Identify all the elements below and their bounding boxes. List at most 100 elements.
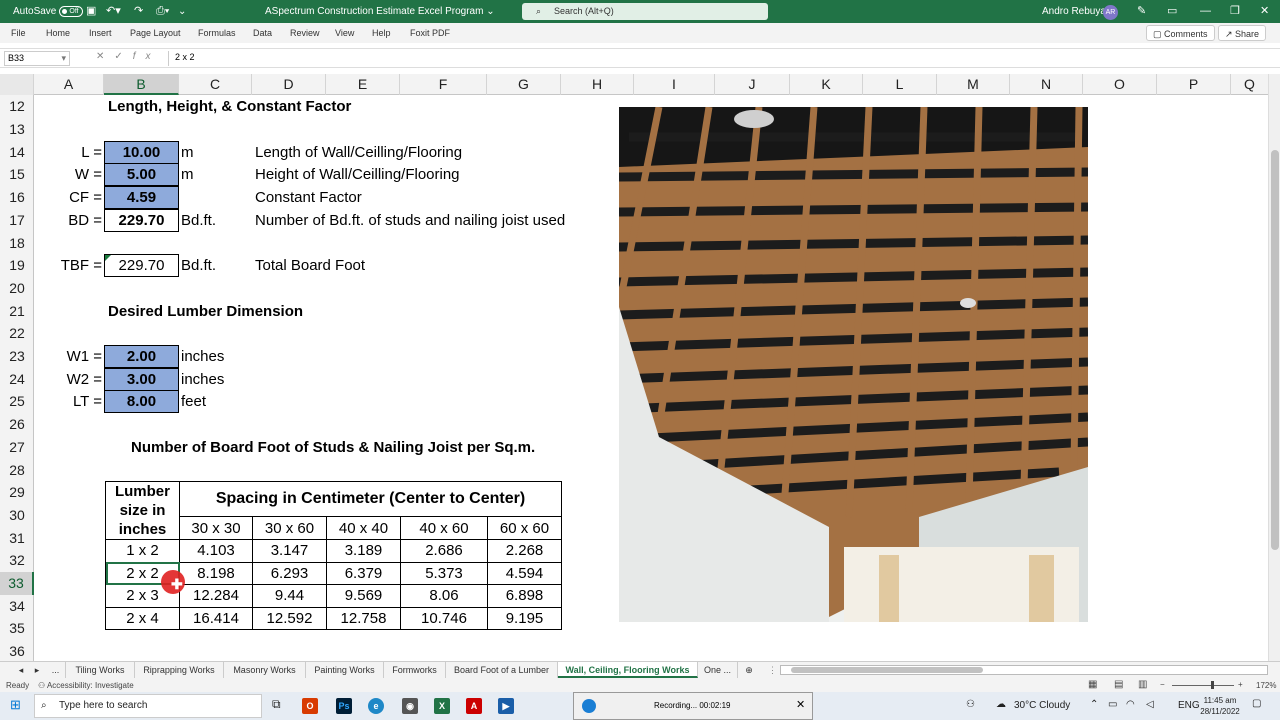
col-header-l[interactable]: L: [863, 74, 937, 95]
volume-icon[interactable]: ◁: [1146, 699, 1154, 710]
accessibility-status[interactable]: ⚇ Accessibility: Investigate: [38, 681, 134, 690]
row-header[interactable]: 35: [0, 617, 34, 640]
horizontal-scrollbar[interactable]: [780, 665, 1268, 675]
pen-icon[interactable]: ✎: [1137, 0, 1146, 23]
document-title[interactable]: ASpectrum Construction Estimate Excel Pr…: [265, 0, 495, 23]
col-header-e[interactable]: E: [326, 74, 400, 95]
value-cell[interactable]: 3.147: [252, 539, 327, 563]
row-header[interactable]: 31: [0, 527, 34, 550]
output-board-feet[interactable]: 229.70: [104, 209, 179, 232]
menu-file[interactable]: File: [11, 23, 26, 43]
value-cell[interactable]: 12.592: [252, 606, 327, 631]
vertical-scrollbar[interactable]: [1268, 74, 1280, 661]
clock[interactable]: 11:45 am 28/11/2022: [1200, 695, 1240, 717]
formula-input[interactable]: 2 x 2: [168, 51, 1280, 66]
next-sheet-icon[interactable]: ▸: [30, 662, 44, 678]
menu-help[interactable]: Help: [372, 23, 391, 43]
value-cell[interactable]: 9.569: [326, 584, 401, 608]
row-header[interactable]: 28: [0, 459, 34, 482]
zoom-out-icon[interactable]: −: [1160, 680, 1165, 689]
value-cell[interactable]: 2.268: [487, 539, 562, 563]
windows-start-icon[interactable]: ⊞: [10, 697, 21, 713]
normal-view-icon[interactable]: ▦: [1088, 679, 1097, 690]
ceiling-photo[interactable]: [619, 107, 1088, 622]
zoom-in-icon[interactable]: +: [1238, 680, 1243, 689]
menu-home[interactable]: Home: [46, 23, 70, 43]
row-header[interactable]: 33: [0, 572, 34, 595]
network-icon[interactable]: ▭: [1108, 699, 1117, 710]
value-cell[interactable]: 2.686: [400, 539, 488, 563]
col-header-c[interactable]: C: [179, 74, 252, 95]
sheet-tab[interactable]: ...: [46, 662, 66, 678]
customize-icon[interactable]: ⌄: [178, 0, 186, 23]
autosave-toggle[interactable]: AutoSave Off: [13, 0, 84, 23]
maximize-icon[interactable]: ❐: [1230, 0, 1240, 23]
input-w1[interactable]: 2.00: [104, 345, 179, 368]
toggle-switch[interactable]: Off: [59, 5, 84, 17]
row-header[interactable]: 17: [0, 209, 34, 232]
row-header[interactable]: 36: [0, 640, 34, 663]
comments-button[interactable]: ▢ Comments: [1146, 25, 1215, 41]
menu-formulas[interactable]: Formulas: [198, 23, 236, 43]
menu-view[interactable]: View: [335, 23, 354, 43]
menu-review[interactable]: Review: [290, 23, 320, 43]
sheet-tab-active[interactable]: Wall, Ceiling, Flooring Works: [558, 662, 698, 678]
print-icon[interactable]: ⎙▾: [156, 0, 169, 23]
cancel-icon[interactable]: ✕: [96, 51, 114, 62]
col-header-j[interactable]: J: [715, 74, 790, 95]
row-header[interactable]: 12: [0, 95, 34, 118]
value-cell[interactable]: 3.189: [326, 539, 401, 563]
office-icon[interactable]: O: [302, 698, 318, 714]
row-header[interactable]: 34: [0, 595, 34, 618]
enter-icon[interactable]: ✓: [114, 51, 132, 62]
add-sheet-icon[interactable]: ⊕: [740, 662, 758, 678]
undo-icon[interactable]: ↶▾: [106, 0, 121, 23]
col-header-d[interactable]: D: [252, 74, 326, 95]
value-cell[interactable]: 5.373: [400, 561, 488, 586]
sheet-tab[interactable]: Masonry Works: [224, 662, 306, 678]
zoom-slider-handle[interactable]: [1211, 681, 1214, 689]
minimize-icon[interactable]: —: [1200, 0, 1211, 23]
value-cell[interactable]: 10.746: [400, 606, 488, 631]
value-cell[interactable]: 12.284: [179, 584, 253, 608]
scrollbar-thumb[interactable]: [1271, 150, 1279, 550]
col-header-b[interactable]: B: [104, 74, 179, 95]
page-layout-icon[interactable]: ▤: [1114, 679, 1123, 690]
lumber-size-cell[interactable]: 1 x 2: [105, 539, 180, 563]
row-header[interactable]: 20: [0, 277, 34, 300]
tray-arrow-icon[interactable]: ⌃: [1090, 699, 1098, 710]
spacing-col-header[interactable]: 30 x 60: [252, 516, 327, 540]
worksheet-grid[interactable]: Length, Height, & Constant Factor L = 10…: [34, 95, 1268, 661]
value-cell[interactable]: 6.898: [487, 584, 562, 608]
row-header[interactable]: 21: [0, 300, 34, 323]
language-indicator[interactable]: ENG: [1178, 700, 1200, 711]
row-header[interactable]: 30: [0, 504, 34, 527]
function-icon[interactable]: fx: [133, 51, 161, 62]
zoom-level[interactable]: 172%: [1256, 681, 1276, 690]
input-length[interactable]: 10.00: [104, 141, 179, 164]
lumber-size-cell[interactable]: 2 x 4: [105, 606, 180, 631]
value-cell[interactable]: 4.103: [179, 539, 253, 563]
more-icon[interactable]: ⋮: [768, 662, 777, 678]
value-cell[interactable]: 4.594: [487, 561, 562, 586]
wifi-icon[interactable]: ◠: [1126, 699, 1135, 710]
col-header-o[interactable]: O: [1083, 74, 1157, 95]
sheet-tab[interactable]: One ...: [698, 662, 738, 678]
people-icon[interactable]: ⚇: [966, 699, 975, 710]
input-w2[interactable]: 3.00: [104, 368, 179, 391]
sheet-tab[interactable]: Board Foot of a Lumber: [446, 662, 558, 678]
value-cell[interactable]: 9.195: [487, 606, 562, 631]
sheet-tab[interactable]: Riprapping Works: [135, 662, 224, 678]
row-header[interactable]: 29: [0, 481, 34, 504]
menu-insert[interactable]: Insert: [89, 23, 112, 43]
weather-text[interactable]: 30°C Cloudy: [1014, 700, 1070, 711]
excel-icon[interactable]: X: [434, 698, 450, 714]
row-header[interactable]: 27: [0, 436, 34, 459]
spacing-col-header[interactable]: 40 x 60: [400, 516, 488, 540]
row-header[interactable]: 19: [0, 254, 34, 277]
save-icon[interactable]: ▣: [86, 0, 96, 23]
total-board-foot-cell[interactable]: 229.70: [104, 254, 179, 277]
name-box[interactable]: B33 ▾: [4, 51, 70, 66]
zoom-slider[interactable]: [1172, 685, 1234, 686]
col-header-k[interactable]: K: [790, 74, 863, 95]
